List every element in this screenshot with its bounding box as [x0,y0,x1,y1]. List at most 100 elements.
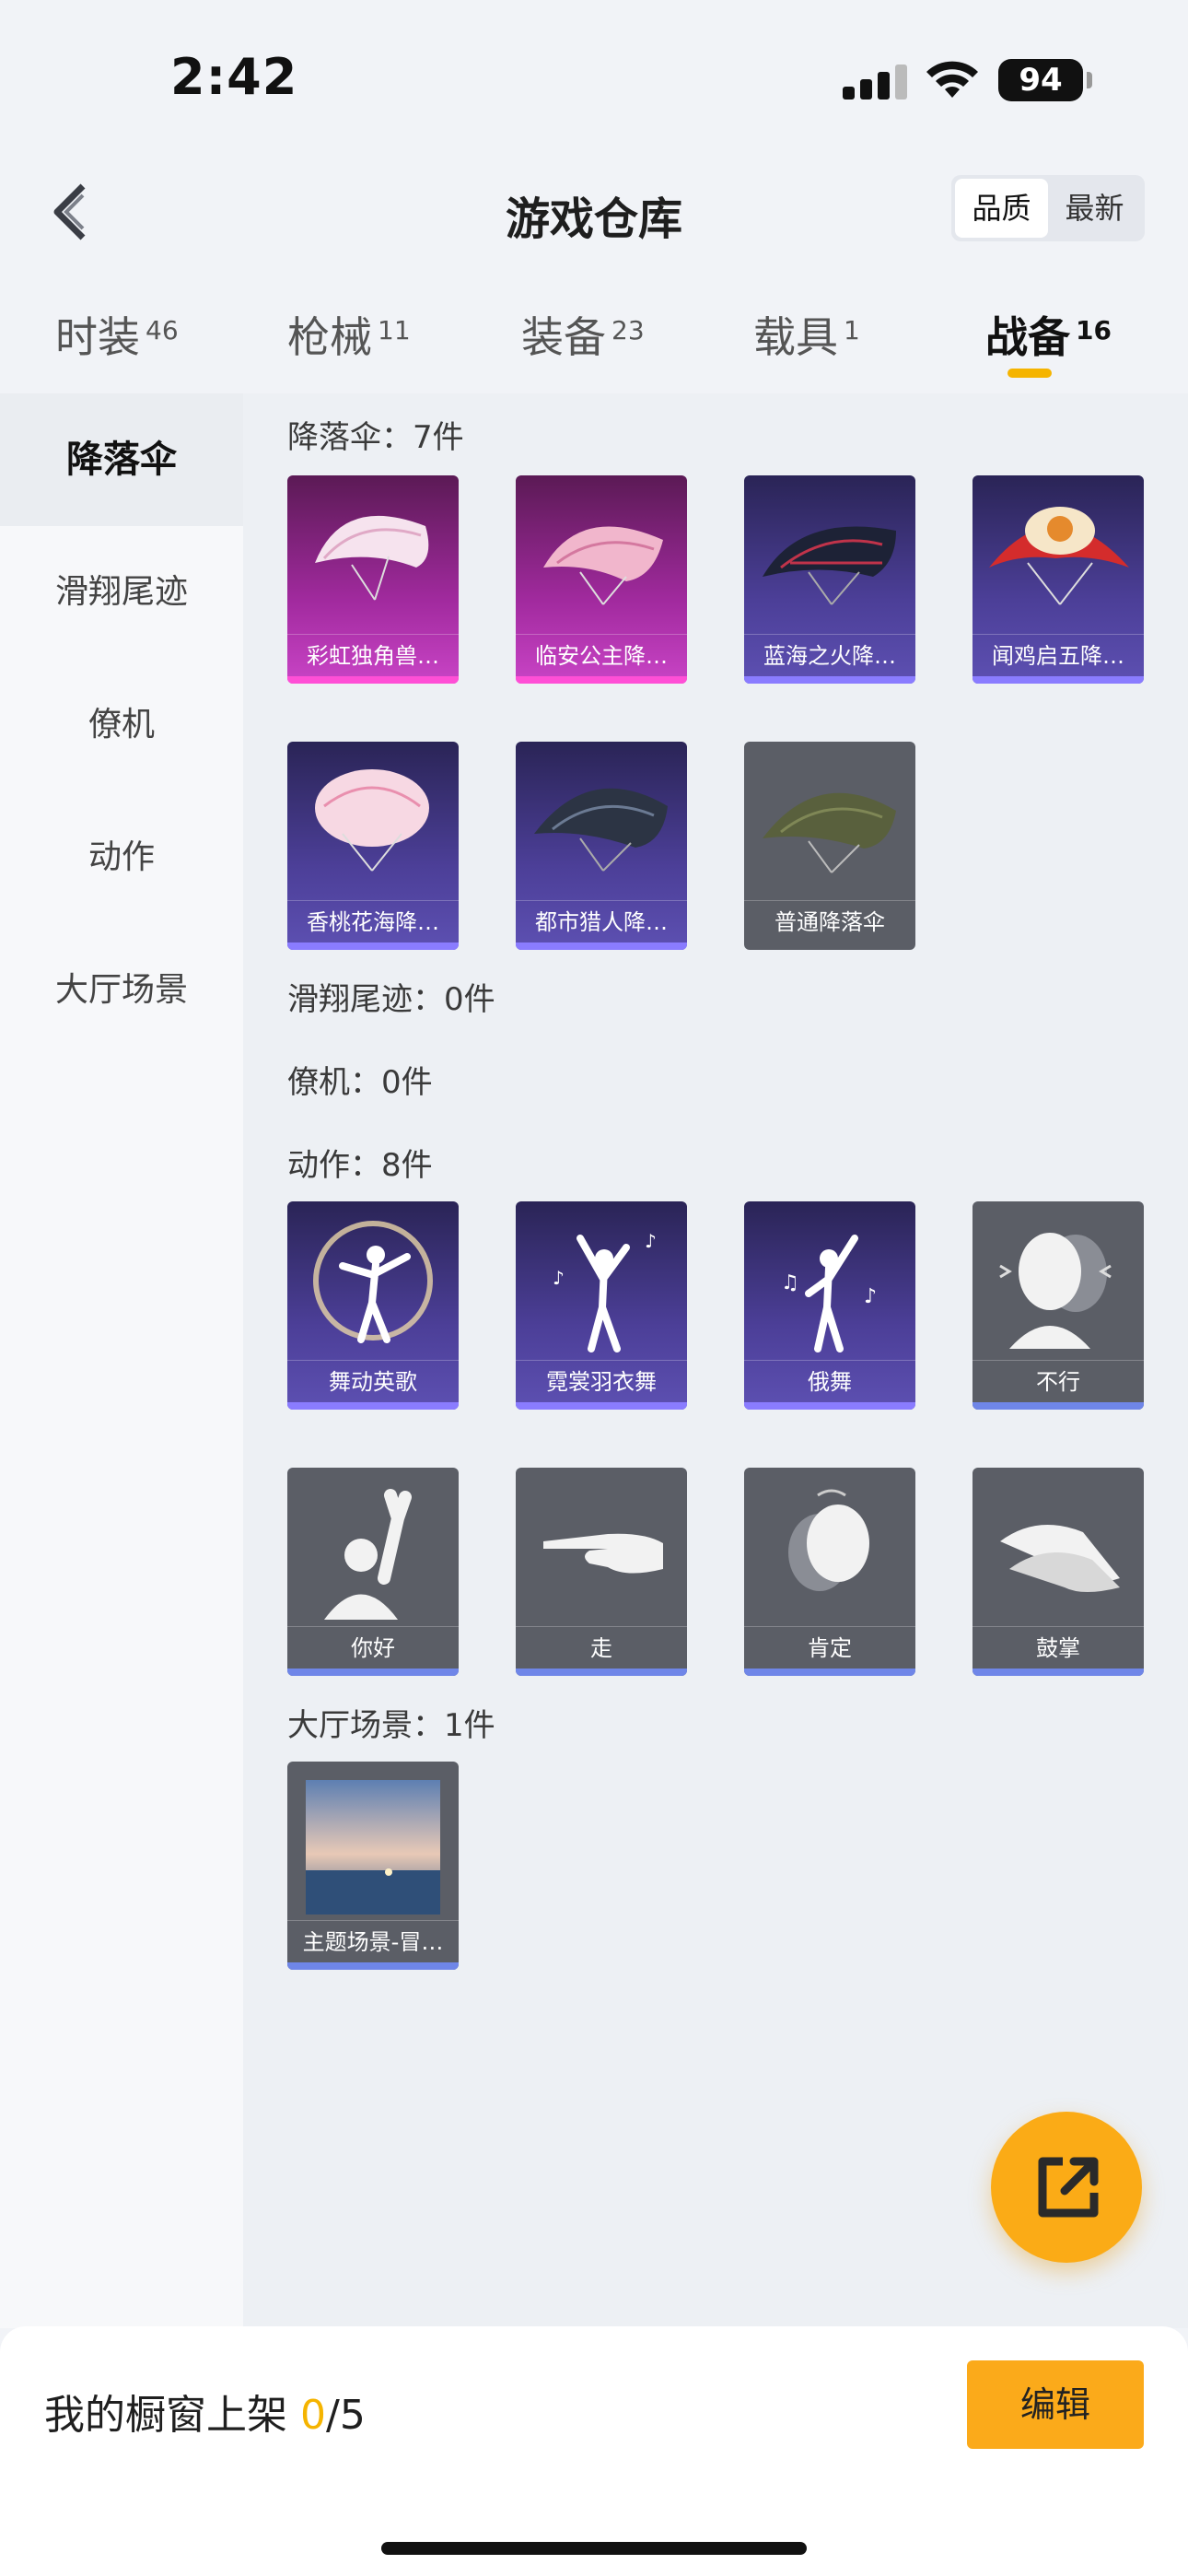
status-bar: 2:42 94 [0,0,1188,157]
quality-bar [516,943,687,950]
inventory-item[interactable]: 临安公主降… [516,475,687,684]
inventory-item[interactable]: ♪ ♪ 霓裳羽衣舞 [516,1201,687,1410]
tab-equipment[interactable]: 装备 23 [521,304,645,365]
main-content: 降落伞：7件 彩虹独角兽… 临安公主降… 蓝海之火降… 闻鸡启五降… 香桃花海降… [243,393,1188,2328]
parachute-icon [534,788,668,872]
tab-count: 16 [1076,315,1112,345]
item-name: 鼓掌 [973,1626,1144,1669]
inventory-item[interactable]: 鼓掌 [973,1468,1144,1676]
sidebar-item-glide-trail[interactable]: 滑翔尾迹 [0,526,243,659]
item-name: 主题场景-冒… [287,1920,459,1962]
quality-bar [287,1669,459,1676]
dancer-icon: ♪ ♪ [553,1230,657,1352]
item-name: 临安公主降… [516,634,687,676]
section-title-emote: 动作：8件 [287,1147,433,1184]
inventory-item[interactable]: 不行 [973,1201,1144,1410]
item-name: 肯定 [744,1626,915,1669]
parachute-icon [315,515,429,601]
inventory-item[interactable]: 走 [516,1468,687,1676]
inventory-item[interactable]: 香桃花海降… [287,742,459,950]
showcase-status: 我的橱窗上架 0/5 [44,2392,366,2439]
inventory-item[interactable]: 主题场景-冒… [287,1762,459,1970]
parachute-icon [315,769,429,872]
external-share-icon [1038,2157,1099,2218]
scene-thumbnail [306,1780,440,1914]
sort-toggle[interactable]: 品质 最新 [951,175,1145,241]
head-shake-icon [999,1233,1112,1349]
inventory-item[interactable]: 彩虹独角兽… [287,475,459,684]
svg-text:♪: ♪ [553,1267,565,1289]
home-indicator[interactable] [381,2542,807,2555]
sidebar-item-parachute[interactable]: 降落伞 [0,393,243,526]
sidebar: 降落伞 滑翔尾迹 僚机 动作 大厅场景 [0,393,243,2328]
quality-bar [744,1669,915,1676]
tab-count: 46 [146,315,179,345]
tab-battle-gear[interactable]: 战备 16 [985,304,1112,365]
parachute-icon [763,792,896,873]
svg-text:♪: ♪ [645,1230,657,1252]
inventory-item[interactable]: 你好 [287,1468,459,1676]
share-button[interactable] [991,2112,1142,2263]
quality-bar [973,676,1144,684]
bottom-bar: 我的橱窗上架 0/5 编辑 [0,2326,1188,2576]
tab-count: 1 [844,315,860,345]
tab-vehicles[interactable]: 载具 1 [753,304,860,365]
sidebar-item-wingman[interactable]: 僚机 [0,659,243,791]
tab-weapons[interactable]: 枪械 11 [287,304,411,365]
item-name: 都市猎人降… [516,900,687,943]
quality-bar [287,1962,459,1970]
pointing-hand-icon [543,1533,663,1574]
inventory-item[interactable]: 普通降落伞 [744,742,915,950]
inventory-item[interactable]: ♫ ♪ 俄舞 [744,1201,915,1410]
item-name: 俄舞 [744,1360,915,1402]
section-title-lobby: 大厅场景：1件 [287,1707,495,1744]
quality-bar [744,676,915,684]
tab-count: 11 [378,315,411,345]
quality-bar [516,676,687,684]
quality-bar [744,1402,915,1410]
item-name: 香桃花海降… [287,900,459,943]
category-tabs: 时装 46 枪械 11 装备 23 载具 1 战备 16 [0,293,1188,394]
item-name: 霓裳羽衣舞 [516,1360,687,1402]
inventory-item[interactable]: 舞动英歌 [287,1201,459,1410]
cellular-signal-icon [843,63,907,100]
item-name: 你好 [287,1626,459,1669]
battery-tip [1087,72,1092,88]
sort-by-newest[interactable]: 最新 [1048,179,1141,238]
quality-bar [287,1402,459,1410]
item-name: 走 [516,1626,687,1669]
inventory-item[interactable]: 闻鸡启五降… [973,475,1144,684]
tab-count: 23 [611,315,645,345]
section-title-glide-trail: 滑翔尾迹：0件 [287,981,495,1018]
inventory-item[interactable]: 都市猎人降… [516,742,687,950]
svg-text:♫: ♫ [781,1271,799,1294]
sidebar-item-emote[interactable]: 动作 [0,791,243,924]
sidebar-item-lobby[interactable]: 大厅场景 [0,924,243,1057]
sort-by-quality[interactable]: 品质 [955,179,1048,238]
svg-text:♪: ♪ [864,1285,877,1308]
quality-bar [516,1669,687,1676]
inventory-item[interactable]: 蓝海之火降… [744,475,915,684]
item-name: 蓝海之火降… [744,634,915,676]
item-name: 彩虹独角兽… [287,634,459,676]
item-name: 普通降落伞 [744,900,915,943]
parachute-icon [763,526,896,605]
tab-fashion[interactable]: 时装 46 [55,304,179,365]
section-title-parachute: 降落伞：7件 [287,419,464,456]
dancer-icon: ♫ ♪ [781,1235,877,1352]
item-name: 不行 [973,1360,1144,1402]
quality-bar [287,676,459,684]
inventory-item[interactable]: 肯定 [744,1468,915,1676]
quality-bar [973,1669,1144,1676]
quality-bar [287,943,459,950]
showcase-count: 0 [300,2392,326,2439]
app-screen: 2:42 94 游戏仓库 品质 最新 时装46 枪械11 装备23 载具 [0,0,1188,2576]
section-title-wingman: 僚机：0件 [287,1064,433,1101]
item-name: 闻鸡启五降… [973,634,1144,676]
edit-button[interactable]: 编辑 [967,2360,1144,2449]
clapping-hands-icon [1000,1525,1120,1592]
quality-bar [973,1402,1144,1410]
parachute-icon [989,507,1129,605]
wifi-icon [926,61,978,98]
dancer-icon [313,1221,433,1343]
